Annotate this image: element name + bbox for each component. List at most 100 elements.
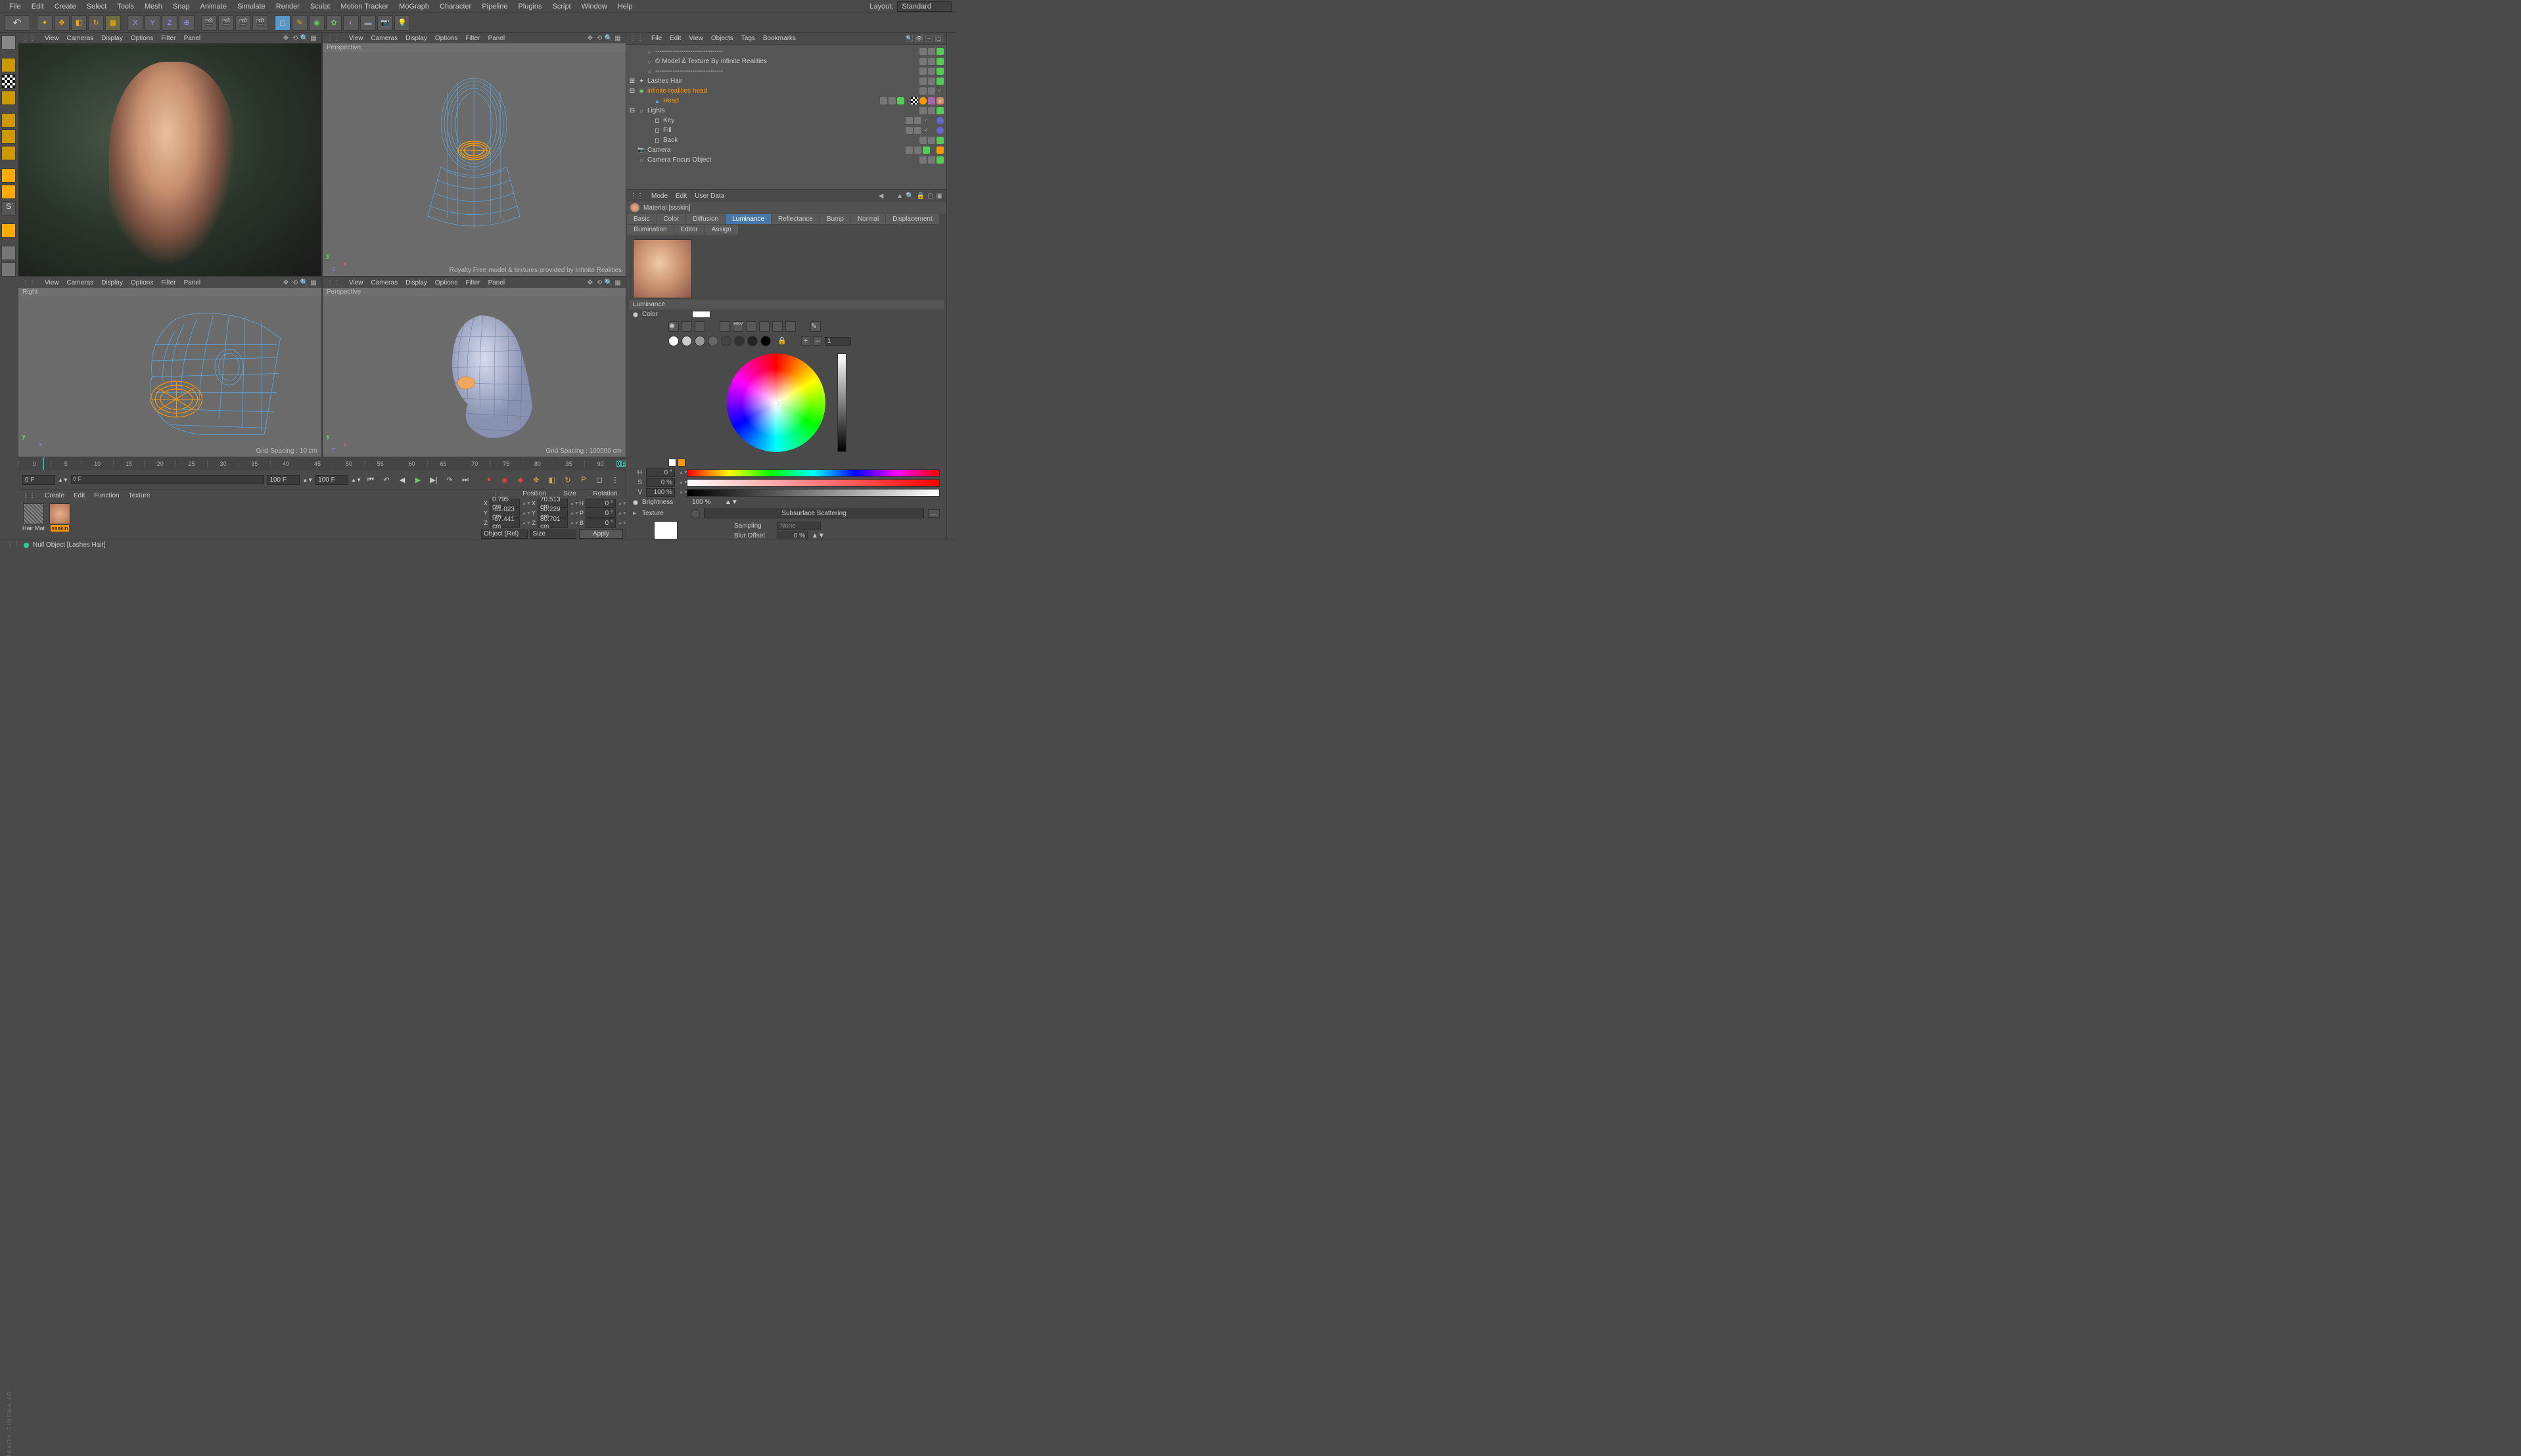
vp-panel[interactable]: Panel — [184, 35, 201, 42]
polygon-mode[interactable] — [1, 146, 16, 160]
tree-lashes[interactable]: Lashes Hair — [647, 78, 917, 85]
vp-nav-4[interactable]: ▦ — [310, 34, 317, 42]
texture-thumb[interactable] — [654, 521, 678, 539]
menu-window[interactable]: Window — [576, 1, 613, 12]
vp-nav-1[interactable]: ✥ — [282, 279, 290, 286]
tree-ir-head[interactable]: infinite realities head — [647, 87, 917, 95]
vp-display[interactable]: Display — [405, 279, 427, 286]
texture-enable[interactable] — [691, 509, 700, 518]
swatch-gray[interactable] — [695, 336, 705, 346]
menu-pipeline[interactable]: Pipeline — [476, 1, 513, 12]
object-tree[interactable]: ○------------------------------- ○© Mode… — [626, 45, 946, 189]
step-fwd[interactable]: ▶| — [427, 473, 440, 486]
y-axis-lock[interactable]: Y — [145, 15, 160, 31]
color-mode-spectrum-icon[interactable] — [682, 321, 692, 332]
tree-back[interactable]: Back — [663, 137, 917, 144]
grip-icon[interactable]: ⋮⋮ — [22, 492, 35, 499]
vp-nav-2[interactable]: ⟲ — [595, 34, 603, 42]
vp-filter[interactable]: Filter — [465, 279, 480, 286]
spinner-icon[interactable]: ▲▼ — [58, 477, 68, 483]
locked-workplane[interactable] — [1, 246, 16, 260]
menu-tools[interactable]: Tools — [112, 1, 139, 12]
coord-system[interactable]: ⊕ — [179, 15, 195, 31]
swatch-gray[interactable] — [734, 336, 745, 346]
picture-viewer[interactable]: 🎬 — [252, 15, 268, 31]
color-wheel[interactable] — [727, 353, 825, 452]
obj-tags[interactable]: Tags — [741, 35, 755, 42]
light-tool[interactable]: 💡 — [394, 15, 410, 31]
viewport-1-rendered[interactable]: ⋮⋮ View Cameras Display Options Filter P… — [18, 33, 321, 276]
vp-display[interactable]: Display — [405, 35, 427, 42]
vp-nav-3[interactable]: 🔍 — [605, 34, 613, 42]
mixer-icon[interactable] — [759, 321, 770, 332]
timeline-ruler[interactable]: 0 5 10 15 20 25 30 35 40 45 50 55 60 65 … — [18, 457, 626, 470]
vp-filter[interactable]: Filter — [161, 35, 175, 42]
spinner-icon[interactable]: ▲▼ — [302, 477, 313, 483]
menu-mesh[interactable]: Mesh — [139, 1, 168, 12]
tab-luminance[interactable]: Luminance — [726, 214, 771, 224]
vp-nav-1[interactable]: ✥ — [586, 279, 594, 286]
grip-icon[interactable]: ⋮⋮ — [630, 193, 643, 200]
tab-displacement[interactable]: Displacement — [886, 214, 939, 224]
h-rot-field[interactable]: 0 ° — [586, 499, 616, 508]
new-icon[interactable]: ▢ — [927, 193, 933, 200]
grip-icon[interactable]: ⋮⋮ — [22, 279, 35, 286]
prop-toggle[interactable] — [633, 312, 638, 317]
menu-help[interactable]: Help — [613, 1, 638, 12]
vp-options[interactable]: Options — [131, 35, 153, 42]
planar-workplane[interactable] — [1, 262, 16, 277]
make-editable[interactable] — [1, 35, 16, 50]
point-mode[interactable] — [1, 113, 16, 127]
stored-swatch-2[interactable] — [678, 459, 685, 466]
vp-nav-3[interactable]: 🔍 — [300, 34, 308, 42]
swatch-gray[interactable] — [747, 336, 758, 346]
material-preview[interactable] — [633, 239, 692, 298]
sat-slider[interactable] — [687, 479, 940, 487]
kelvin-icon[interactable] — [746, 321, 756, 332]
picker-icon[interactable] — [785, 321, 796, 332]
vp-view[interactable]: View — [349, 35, 363, 42]
mat-texture[interactable]: Texture — [129, 492, 150, 499]
tab-diffusion[interactable]: Diffusion — [686, 214, 725, 224]
sampling-dropdown[interactable]: None — [777, 522, 821, 530]
render-region[interactable]: 🎬 — [218, 15, 234, 31]
swatch-count[interactable]: 1 — [825, 337, 851, 346]
menu-snap[interactable]: Snap — [168, 1, 195, 12]
prop-toggle[interactable] — [633, 500, 638, 505]
swatch-black[interactable] — [760, 336, 771, 346]
array-tool[interactable]: ✿ — [326, 15, 342, 31]
rgb-mode-icon[interactable] — [720, 321, 730, 332]
color-chip[interactable] — [692, 311, 710, 318]
vp-filter[interactable]: Filter — [465, 35, 480, 42]
collapse-icon[interactable]: ⊟ — [629, 87, 636, 95]
color-wheel-cursor[interactable] — [774, 401, 779, 406]
key-params[interactable]: P — [577, 473, 590, 486]
menu-script[interactable]: Script — [547, 1, 576, 12]
z-pos-field[interactable]: -67.441 cm — [490, 518, 520, 528]
step-fwd-key[interactable]: ↷ — [443, 473, 456, 486]
menu-edit[interactable]: Edit — [26, 1, 49, 12]
key-rotation[interactable]: ↻ — [561, 473, 574, 486]
menu-motiontracker[interactable]: Motion Tracker — [335, 1, 394, 12]
remove-swatch[interactable]: – — [813, 336, 822, 346]
z-size-field[interactable]: 80.701 cm — [538, 518, 568, 528]
search-icon[interactable]: 🔍 — [906, 193, 914, 200]
eyedropper-icon[interactable]: ✎ — [810, 321, 821, 332]
tab-illumination[interactable]: Illumination — [627, 225, 674, 235]
recent-tool[interactable]: ▦ — [105, 15, 121, 31]
viewport-solo[interactable] — [1, 223, 16, 238]
brightness-value[interactable]: 100 % — [692, 499, 721, 506]
timeline-marker[interactable] — [43, 457, 44, 470]
tree-credit[interactable]: © Model & Texture By Infinite Realities — [655, 58, 917, 65]
swatch-gray[interactable] — [708, 336, 718, 346]
vp-view[interactable]: View — [45, 35, 59, 42]
obj-bookmarks[interactable]: Bookmarks — [763, 35, 796, 42]
goto-start[interactable]: ⏮ — [364, 473, 377, 486]
key-anim[interactable]: ◻ — [593, 473, 606, 486]
floor-plane[interactable]: ▬ — [360, 15, 376, 31]
material-ssskin[interactable]: ssskin — [49, 503, 71, 536]
vp-options[interactable]: Options — [131, 279, 153, 286]
val-slider[interactable] — [687, 489, 940, 497]
autokey-button[interactable]: ◉ — [498, 473, 511, 486]
tab-color[interactable]: Color — [657, 214, 685, 224]
